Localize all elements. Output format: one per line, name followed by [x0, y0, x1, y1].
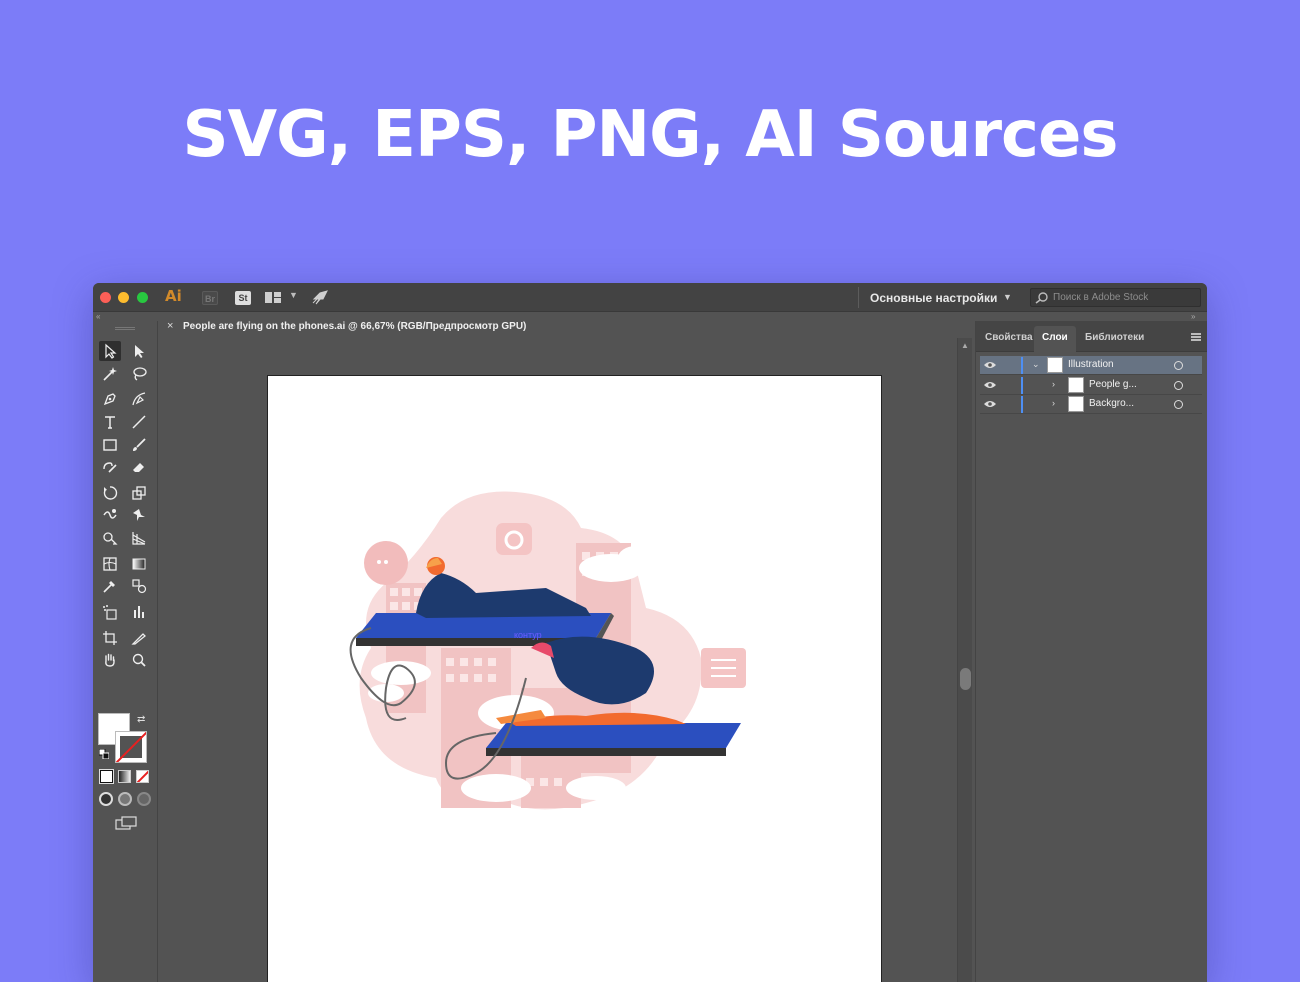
- draw-inside-button[interactable]: [137, 792, 151, 806]
- document-title: People are flying on the phones.ai @ 66,…: [183, 321, 527, 332]
- layer-thumbnail: [1068, 377, 1084, 393]
- layer-target-icon[interactable]: [1174, 361, 1183, 370]
- workspace-switcher[interactable]: Основные настройки: [870, 291, 997, 305]
- tab-libraries[interactable]: Библиотеки: [1077, 326, 1152, 352]
- bridge-button[interactable]: Br: [202, 291, 218, 305]
- artboard[interactable]: контур: [267, 375, 882, 982]
- gradient-mode-button[interactable]: [118, 770, 131, 783]
- chevron-right-icon[interactable]: ›: [1052, 398, 1055, 408]
- chevron-down-icon[interactable]: ▼: [289, 290, 298, 300]
- symbol-sprayer-icon[interactable]: [99, 602, 121, 622]
- tab-layers[interactable]: Слои: [1034, 326, 1076, 352]
- stock-search[interactable]: [1030, 288, 1201, 307]
- eye-icon[interactable]: [984, 361, 996, 369]
- eye-icon[interactable]: [984, 400, 996, 408]
- panel-grip[interactable]: [115, 327, 135, 330]
- hand-tool-icon[interactable]: [99, 650, 121, 670]
- illustrator-window: Ai Br St ▼ Основные настройки ▼ « »: [93, 283, 1207, 982]
- eye-icon[interactable]: [984, 381, 996, 389]
- eraser-icon[interactable]: [128, 457, 150, 477]
- rocket-icon[interactable]: [311, 289, 329, 305]
- collapse-right-icon[interactable]: »: [1191, 312, 1195, 321]
- layer-row-background[interactable]: › Backgro...: [980, 395, 1202, 414]
- stroke-color-swatch[interactable]: [115, 731, 147, 763]
- layer-target-icon[interactable]: [1174, 400, 1183, 409]
- layer-row-illustration[interactable]: ⌄ Illustration: [980, 356, 1202, 375]
- chevron-right-icon[interactable]: ›: [1052, 379, 1055, 389]
- layer-name[interactable]: Illustration: [1068, 359, 1114, 370]
- zoom-tool-icon[interactable]: [128, 650, 150, 670]
- shaper-tool-icon[interactable]: [99, 457, 121, 477]
- panel-tabs: Свойства Слои Библиотеки: [976, 321, 1207, 352]
- draw-behind-button[interactable]: [118, 792, 132, 806]
- selection-tool-icon[interactable]: [99, 341, 121, 361]
- divider: [858, 287, 859, 308]
- pen-tool-icon[interactable]: [99, 389, 121, 409]
- line-tool-icon[interactable]: [128, 412, 150, 432]
- layer-color-bar: [1021, 357, 1023, 374]
- layer-color-bar: [1021, 396, 1023, 413]
- rotate-tool-icon[interactable]: [99, 483, 121, 503]
- close-window-button[interactable]: [100, 292, 111, 303]
- draw-normal-button[interactable]: [99, 792, 113, 806]
- panel-menu-icon[interactable]: [1191, 333, 1201, 341]
- path-label: контур: [514, 630, 542, 640]
- layer-row-people[interactable]: › People g...: [980, 376, 1202, 395]
- slice-tool-icon[interactable]: [128, 628, 150, 648]
- scroll-up-icon[interactable]: ▲: [961, 341, 969, 350]
- column-graph-icon[interactable]: [128, 602, 150, 622]
- canvas[interactable]: контур: [160, 338, 957, 982]
- rectangle-tool-icon[interactable]: [99, 435, 121, 455]
- warp-tool-icon[interactable]: [99, 505, 121, 525]
- layer-name[interactable]: People g...: [1089, 379, 1137, 390]
- curvature-tool-icon[interactable]: [128, 389, 150, 409]
- layer-thumbnail: [1068, 396, 1084, 412]
- default-colors-icon[interactable]: [99, 749, 109, 759]
- perspective-grid-icon[interactable]: [128, 528, 150, 548]
- magic-wand-icon[interactable]: [99, 364, 121, 384]
- type-tool-icon[interactable]: [99, 412, 121, 432]
- scale-tool-icon[interactable]: [128, 483, 150, 503]
- flying-people-illustration[interactable]: контур: [346, 488, 786, 828]
- scroll-thumb[interactable]: [960, 668, 971, 690]
- app-bar: Ai Br St ▼ Основные настройки ▼: [93, 283, 1207, 312]
- arrange-documents-icon[interactable]: [265, 292, 281, 303]
- layers-panel: Свойства Слои Библиотеки ⌄ Illustration …: [975, 321, 1207, 982]
- zoom-window-button[interactable]: [137, 292, 148, 303]
- layer-color-bar: [1021, 377, 1023, 394]
- close-icon[interactable]: ×: [167, 320, 173, 332]
- artboard-tool-icon[interactable]: [99, 628, 121, 648]
- puppet-warp-icon[interactable]: [128, 505, 150, 525]
- minimize-window-button[interactable]: [118, 292, 129, 303]
- screen-mode-icon[interactable]: [115, 816, 137, 830]
- gradient-tool-icon[interactable]: [128, 554, 150, 574]
- chevron-down-icon[interactable]: ⌄: [1032, 359, 1040, 370]
- chevron-down-icon[interactable]: ▼: [1003, 292, 1012, 302]
- paintbrush-icon[interactable]: [128, 435, 150, 455]
- none-mode-button[interactable]: [136, 770, 149, 783]
- stock-button[interactable]: St: [235, 291, 251, 305]
- layer-name[interactable]: Backgro...: [1089, 398, 1134, 409]
- illustrator-logo: Ai: [165, 287, 182, 305]
- eyedropper-icon[interactable]: [99, 576, 121, 596]
- search-icon: [1035, 292, 1048, 304]
- tools-panel: ⇄: [93, 321, 158, 982]
- tab-properties[interactable]: Свойства: [977, 326, 1041, 352]
- collapse-left-icon[interactable]: «: [96, 312, 100, 321]
- vertical-scrollbar[interactable]: ▲: [957, 338, 972, 982]
- direct-selection-tool-icon[interactable]: [128, 341, 150, 361]
- mesh-tool-icon[interactable]: [99, 554, 121, 574]
- lasso-icon[interactable]: [128, 364, 150, 384]
- headline: SVG, EPS, PNG, AI Sources: [182, 98, 1119, 172]
- layer-thumbnail: [1047, 357, 1063, 373]
- search-input[interactable]: [1053, 289, 1199, 306]
- layer-target-icon[interactable]: [1174, 381, 1183, 390]
- shape-builder-icon[interactable]: [99, 528, 121, 548]
- blend-tool-icon[interactable]: [128, 576, 150, 596]
- swap-colors-icon[interactable]: ⇄: [137, 714, 145, 725]
- color-mode-button[interactable]: [99, 769, 114, 784]
- document-tab[interactable]: × People are flying on the phones.ai @ 6…: [160, 316, 530, 338]
